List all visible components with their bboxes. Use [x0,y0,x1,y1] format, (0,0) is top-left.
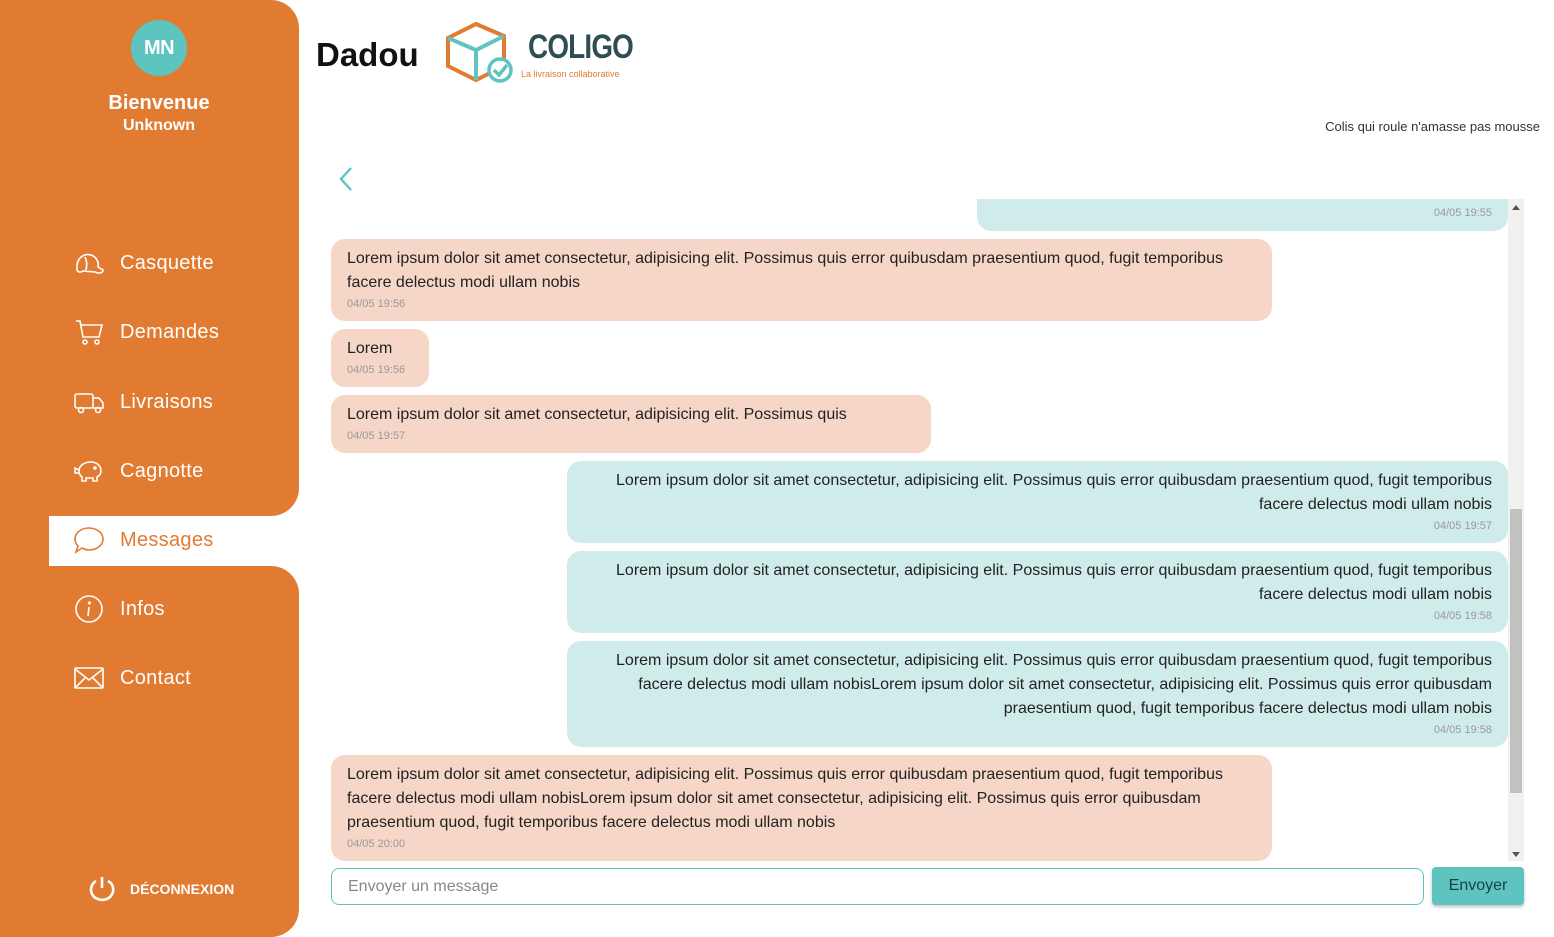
scrollbar-thumb[interactable] [1510,509,1522,793]
sidebar-item-demandes[interactable]: Demandes [70,314,219,350]
sidebar-item-label: Livraisons [120,390,214,413]
cart-icon [70,314,108,350]
logout-label: DÉCONNEXION [130,881,235,897]
message-outgoing: Lorem ipsum dolor sit amet consectetur, … [567,461,1508,543]
sidebar-item-label: Demandes [120,320,220,343]
header-tagline: Colis qui roule n'amasse pas mousse [1325,119,1540,134]
message-outgoing: Lorem ipsum dolor sit amet consectetur, … [567,551,1508,633]
sidebar-item-contact[interactable]: Contact [70,660,191,696]
scroll-up-arrow-icon[interactable] [1512,205,1520,210]
username: Unknown [123,117,195,134]
message-time: 04/05 19:58 [1433,724,1492,736]
message-incoming: Lorem ipsum dolor sit amet consectetur, … [331,239,1272,321]
logo-tagline: La livraison collaborative [521,69,620,79]
message-time: 04/05 19:56 [347,364,406,376]
chat-bubble-icon [70,522,108,558]
sidebar-item-label: Messages [120,528,214,551]
sidebar-item-livraisons[interactable]: Livraisons [70,384,213,420]
message-text: Lorem ipsum dolor sit amet consectetur, … [347,766,1223,831]
sidebar-item-label: Casquette [120,251,214,274]
sidebar-item-messages[interactable]: Messages [70,522,214,558]
message-incoming: Lorem ipsum dolor sit amet consectetur, … [331,755,1272,861]
message-text: Lorem ipsum dolor sit amet consectetur, … [347,406,847,423]
message-time: 04/05 19:56 [347,298,406,310]
message-text: Lorem ipsum dolor sit amet consectetur, … [347,250,1223,291]
message-text: Lorem ipsum dolor sit amet consectetur, … [616,562,1492,603]
message-incoming: Lorem 04/05 19:56 [331,329,429,387]
message-time: 04/05 19:58 [1433,610,1492,622]
cap-icon [70,245,108,281]
piggy-bank-icon [70,453,108,489]
truck-icon [70,384,108,420]
message-outgoing: 04/05 19:55 [977,199,1508,231]
welcome-text: Bienvenue [108,92,210,114]
message-list-scrollbar[interactable] [1508,199,1524,861]
message-text: Lorem ipsum dolor sit amet consectetur, … [616,472,1492,513]
message-incoming: Lorem ipsum dolor sit amet consectetur, … [331,395,931,453]
sidebar: MN Bienvenue Unknown Casquette Demandes … [0,0,299,937]
back-button[interactable] [334,163,360,195]
logout-button[interactable]: DÉCONNEXION [86,873,234,905]
sidebar-item-label: Contact [120,666,192,689]
send-button[interactable]: Envoyer [1432,867,1524,905]
chevron-left-icon [339,167,352,191]
envelope-icon [70,660,108,696]
power-icon [89,877,115,902]
sidebar-item-infos[interactable]: Infos [70,591,165,627]
message-text: Lorem ipsum dolor sit amet consectetur, … [616,652,1492,717]
logo-wordmark: COLIGO [528,28,634,66]
sidebar-item-casquette[interactable]: Casquette [70,245,214,281]
sidebar-item-label: Infos [120,597,165,620]
message-time: 04/05 20:00 [347,838,406,850]
message-time: 04/05 19:55 [1433,207,1492,219]
message-outgoing: Lorem ipsum dolor sit amet consectetur, … [567,641,1508,747]
message-time: 04/05 19:57 [347,430,406,442]
scroll-down-arrow-icon[interactable] [1512,852,1520,857]
sidebar-item-label: Cagnotte [120,459,204,482]
message-input[interactable] [331,868,1424,905]
info-icon [70,591,108,627]
sidebar-item-cagnotte[interactable]: Cagnotte [70,453,204,489]
message-time: 04/05 19:57 [1433,520,1492,532]
message-text: Lorem [347,340,393,357]
page-title: Dadou [316,36,419,73]
message-list[interactable]: 04/05 19:55 Lorem ipsum dolor sit amet c… [331,199,1508,861]
avatar[interactable]: MN [131,20,187,76]
